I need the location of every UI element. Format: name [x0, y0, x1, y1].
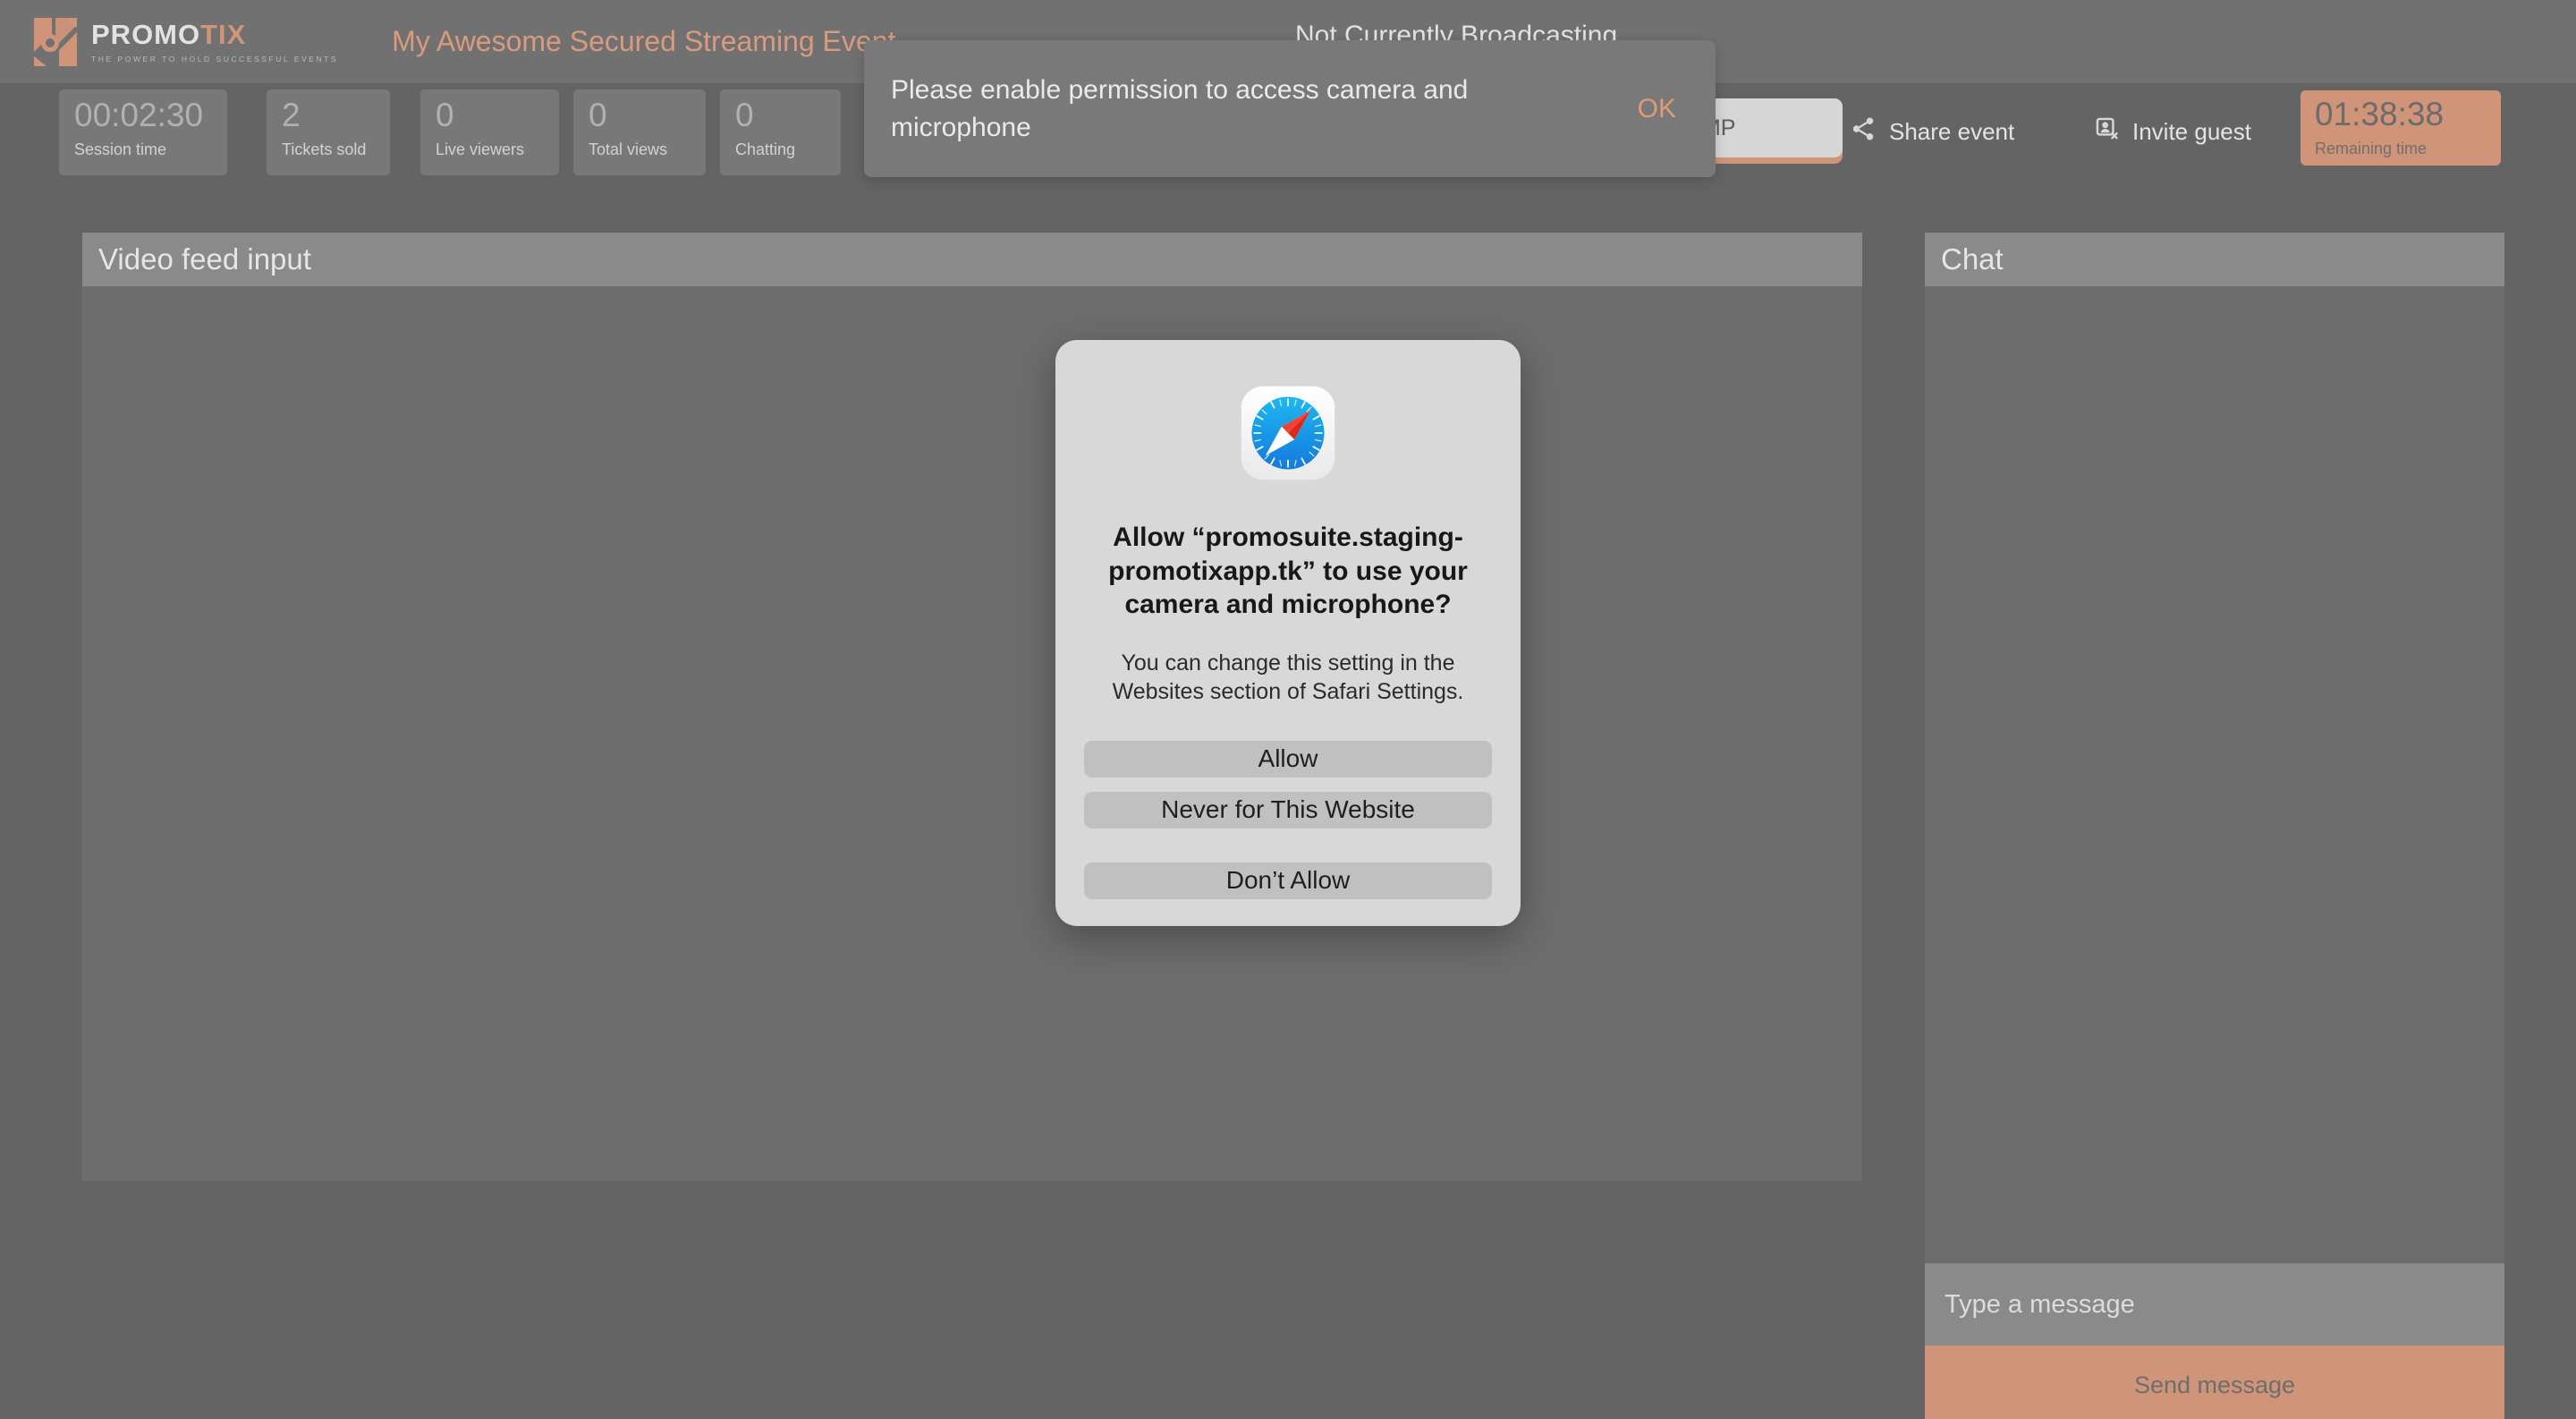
stat-value: 0: [436, 97, 454, 133]
share-event-label: Share event: [1889, 117, 2015, 145]
allow-button[interactable]: Allow: [1084, 740, 1492, 777]
stat-total-views: 0 Total views: [573, 89, 706, 175]
chat-messages-list[interactable]: [1925, 286, 2504, 1263]
video-feed-preview-area[interactable]: [82, 286, 1862, 1181]
person-add-icon: [2095, 116, 2120, 148]
video-feed-panel-header: Video feed input: [82, 233, 1862, 286]
remaining-time-label: Remaining time: [2315, 139, 2428, 157]
remaining-time-value: 01:38:38: [2315, 96, 2445, 132]
stat-value: 00:02:30: [74, 97, 204, 133]
chat-panel: Chat Send message: [1925, 233, 2504, 1419]
safari-permission-dialog: Allow “promosuite.staging-promotixapp.tk…: [1055, 340, 1521, 926]
stat-session-time: 00:02:30 Session time: [59, 89, 227, 175]
promotix-logo-text: PROMOTIX THE POWER TO HOLD SUCCESSFUL EV…: [91, 21, 338, 64]
stat-live-viewers: 0 Live viewers: [420, 89, 559, 175]
permission-snackbar: Please enable permission to access camer…: [864, 40, 1716, 177]
stat-label: Session time: [74, 140, 167, 158]
stat-label: Chatting: [735, 140, 796, 158]
stat-label: Total views: [589, 140, 668, 158]
event-title: My Awesome Secured Streaming Event: [392, 25, 896, 57]
stat-value: 2: [282, 97, 301, 133]
dont-allow-button[interactable]: Don’t Allow: [1084, 862, 1492, 900]
remaining-time-badge: 01:38:38 Remaining time: [2301, 90, 2501, 166]
share-event-button[interactable]: Share event: [1850, 114, 2014, 149]
logo-word-promo: PROMO: [91, 18, 201, 50]
stat-label: Tickets sold: [282, 140, 367, 158]
chat-panel-header: Chat: [1925, 233, 2504, 286]
chat-panel-title: Chat: [1941, 242, 2004, 276]
video-feed-panel-title: Video feed input: [98, 242, 311, 276]
logo-word-tix: TIX: [200, 18, 247, 50]
snackbar-message: Please enable permission to access camer…: [891, 75, 1469, 142]
stat-tickets-sold: 2 Tickets sold: [267, 89, 390, 175]
video-feed-panel: Video feed input: [82, 233, 1862, 1181]
share-icon: [1850, 115, 1877, 149]
stat-label: Live viewers: [436, 140, 525, 158]
chat-message-input[interactable]: [1925, 1263, 2504, 1346]
promotix-logo[interactable]: PROMOTIX THE POWER TO HOLD SUCCESSFUL EV…: [32, 16, 338, 68]
invite-guest-button[interactable]: Invite guest: [2095, 114, 2251, 149]
safari-browser-icon: [1240, 385, 1336, 481]
snackbar-ok-button[interactable]: OK: [1638, 94, 1676, 124]
app-root: PROMOTIX THE POWER TO HOLD SUCCESSFUL EV…: [0, 0, 2576, 1419]
never-for-this-website-button[interactable]: Never for This Website: [1084, 791, 1492, 828]
logo-tagline: THE POWER TO HOLD SUCCESSFUL EVENTS: [91, 54, 339, 64]
dialog-subtitle: You can change this setting in the Websi…: [1112, 650, 1464, 705]
stat-value: 0: [589, 97, 607, 133]
send-message-button[interactable]: Send message: [1925, 1346, 2504, 1419]
promotix-logo-mark-icon: [32, 16, 79, 68]
invite-guest-label: Invite guest: [2132, 117, 2251, 145]
dialog-title: Allow “promosuite.staging-promotixapp.tk…: [1108, 523, 1468, 619]
stat-value: 0: [735, 97, 754, 133]
stat-chatting: 0 Chatting: [720, 89, 841, 175]
